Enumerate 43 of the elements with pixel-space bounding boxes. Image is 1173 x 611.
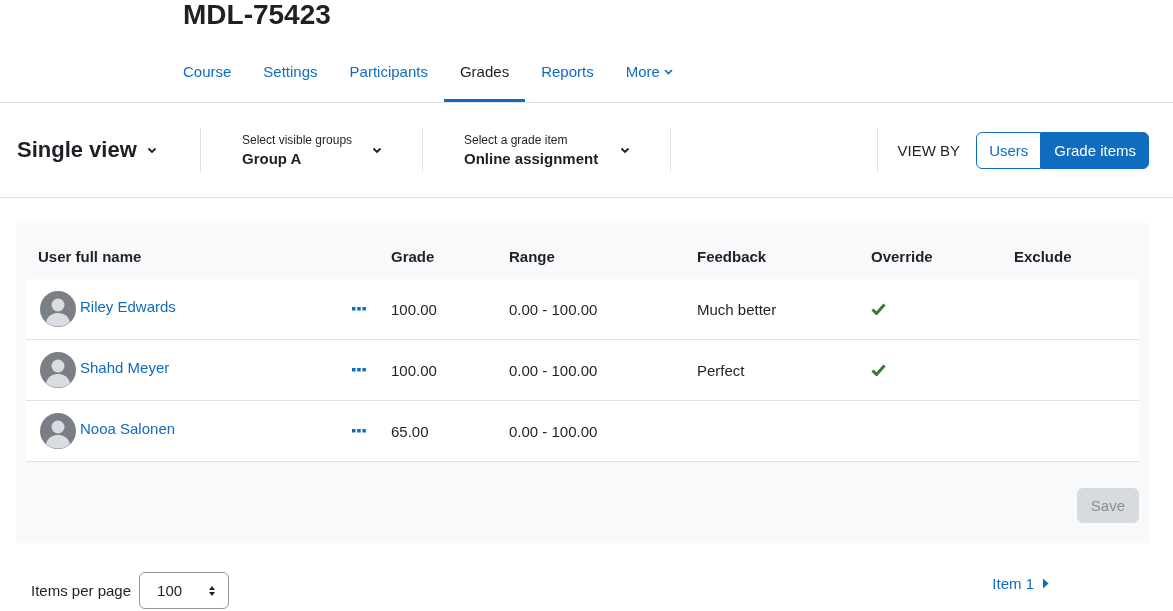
nav-tab[interactable]: Grades <box>443 43 526 102</box>
feedback-cell: Much better <box>697 300 777 318</box>
feedback-cell: Perfect <box>697 361 745 379</box>
more-options-icon[interactable] <box>352 307 366 311</box>
view-selector[interactable]: Single view <box>17 137 200 163</box>
grade-cell-text: 100.00 <box>391 300 438 318</box>
column-header: Range <box>509 247 556 265</box>
more-options-icon[interactable] <box>352 429 366 433</box>
range-cell-text: 0.00 - 100.00 <box>509 300 599 318</box>
column-header: Exclude <box>1014 247 1073 265</box>
view-by-option[interactable]: Grade items <box>1041 131 1149 169</box>
range-cell-text: 0.00 - 100.00 <box>509 422 599 440</box>
column-header: Feedback <box>697 247 768 265</box>
items-per-page-select[interactable]: 100 <box>139 572 230 609</box>
nav-tab[interactable]: More <box>609 43 689 102</box>
chevron-down-icon <box>372 146 382 154</box>
grade-item-select[interactable]: Select a grade item Online assignment <box>423 133 670 167</box>
nav-tab[interactable]: Participants <box>333 43 444 102</box>
nav-tab[interactable]: Reports <box>525 43 610 102</box>
chevron-down-icon <box>146 146 157 154</box>
user-link[interactable]: Riley Edwards <box>80 297 176 315</box>
column-header: Grade <box>391 247 436 265</box>
user-link[interactable]: Nooa Salonen <box>80 419 176 437</box>
next-item-link[interactable]: Item 1 <box>992 575 1049 592</box>
view-by-label: VIEW BY <box>897 141 961 159</box>
group-select[interactable]: Select visible groups Group A <box>201 133 422 167</box>
grade-cell-text: 65.00 <box>391 422 430 440</box>
avatar-icon <box>40 352 76 388</box>
avatar-icon <box>40 291 76 327</box>
items-per-page-label: Items per page <box>31 582 132 599</box>
user-link[interactable]: Shahd Meyer <box>80 358 170 376</box>
nav-tab[interactable]: Course <box>167 43 248 102</box>
chevron-down-icon <box>620 146 630 154</box>
grade-cell-text: 100.00 <box>391 361 438 379</box>
nav-tab[interactable]: Settings <box>247 43 334 102</box>
page-title: MDL-75423 <box>183 0 332 30</box>
column-header: User full name <box>38 247 143 265</box>
range-cell-text: 0.00 - 100.00 <box>509 361 599 379</box>
triangle-right-icon <box>1042 578 1049 589</box>
column-header: Override <box>871 247 934 265</box>
avatar-icon <box>40 413 76 449</box>
more-options-icon[interactable] <box>352 368 366 372</box>
up-down-arrows-icon <box>208 584 217 597</box>
